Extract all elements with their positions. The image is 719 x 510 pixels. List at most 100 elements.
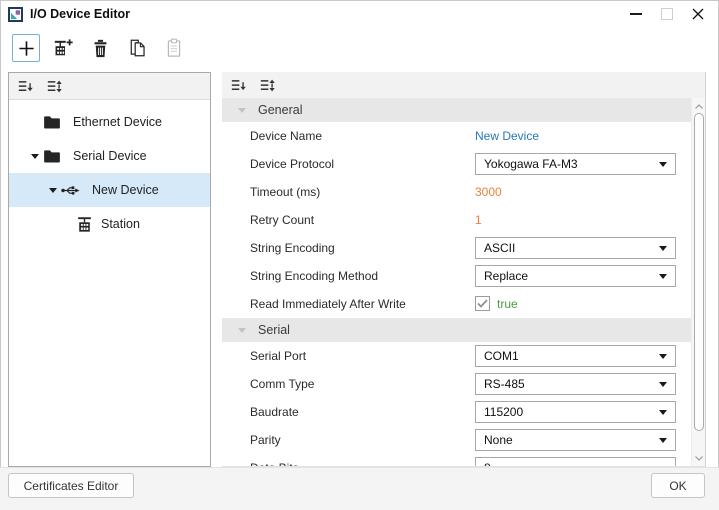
read-after-write-checkbox[interactable] xyxy=(475,296,490,311)
chevron-down-icon xyxy=(659,466,667,467)
titlebar: I/O Device Editor xyxy=(0,0,719,28)
property-label: Baudrate xyxy=(250,398,299,426)
minimize-button[interactable] xyxy=(620,0,651,28)
row-comm-type: Comm Type RS-485 xyxy=(222,370,691,398)
tree-item-new-device[interactable]: New Device xyxy=(9,173,210,207)
maximize-icon xyxy=(661,8,673,20)
row-string-encoding: String Encoding ASCII xyxy=(222,234,691,262)
folder-icon xyxy=(43,115,61,129)
row-device-name: Device Name New Device xyxy=(222,122,691,150)
row-data-bits-clipped: Data Bits 8 xyxy=(222,454,691,466)
timeout-value[interactable]: 3000 xyxy=(475,178,502,206)
string-encoding-dropdown[interactable]: ASCII xyxy=(475,237,676,259)
string-encoding-method-dropdown[interactable]: Replace xyxy=(475,265,676,287)
tree-item-serial-device[interactable]: Serial Device xyxy=(9,139,210,173)
folder-icon xyxy=(43,149,61,163)
plus-icon xyxy=(17,39,36,58)
property-label: Read Immediately After Write xyxy=(250,290,406,318)
chevron-down-icon xyxy=(659,438,667,443)
chevron-down-icon xyxy=(659,274,667,279)
parity-dropdown[interactable]: None xyxy=(475,429,676,451)
collapse-all-button[interactable] xyxy=(16,77,35,96)
property-label: String Encoding Method xyxy=(250,262,378,290)
app-logo-icon xyxy=(8,7,23,22)
station-icon xyxy=(76,216,93,233)
add-device-button[interactable] xyxy=(12,34,40,62)
expand-all-icon xyxy=(259,78,276,93)
property-label: Serial Port xyxy=(250,342,306,370)
property-label: Retry Count xyxy=(250,206,314,234)
scrollbar-thumb[interactable] xyxy=(694,113,704,431)
tree-item-station[interactable]: Station xyxy=(9,207,210,241)
add-station-button[interactable] xyxy=(49,34,77,62)
delete-button[interactable] xyxy=(86,34,114,62)
expand-all-icon xyxy=(46,79,63,94)
row-serial-port: Serial Port COM1 xyxy=(222,342,691,370)
copy-button[interactable] xyxy=(123,34,151,62)
baudrate-dropdown[interactable]: 115200 xyxy=(475,401,676,423)
scroll-down-icon[interactable] xyxy=(692,452,705,464)
section-collapse-icon xyxy=(238,108,246,113)
data-bits-dropdown[interactable]: 8 xyxy=(475,457,676,466)
property-label: Comm Type xyxy=(250,370,314,398)
tree-item-label: Ethernet Device xyxy=(73,115,162,129)
expander-arrow-icon[interactable] xyxy=(31,154,43,159)
device-name-value[interactable]: New Device xyxy=(475,122,539,150)
row-retry-count: Retry Count 1 xyxy=(222,206,691,234)
paste-clipboard-icon xyxy=(166,38,182,58)
certificates-editor-button[interactable]: Certificates Editor xyxy=(8,473,134,498)
add-station-icon xyxy=(53,38,73,58)
tree-item-ethernet-device[interactable]: Ethernet Device xyxy=(9,105,210,139)
io-device-editor-window: I/O Device Editor xyxy=(0,0,719,510)
properties-panel-toolbar xyxy=(222,72,705,98)
comm-type-dropdown[interactable]: RS-485 xyxy=(475,373,676,395)
close-button[interactable] xyxy=(682,0,713,28)
expand-all-button[interactable] xyxy=(258,76,277,95)
property-grid: General Device Name New Device Device Pr… xyxy=(222,98,691,466)
expander-arrow-icon[interactable] xyxy=(49,188,61,193)
row-parity: Parity None xyxy=(222,426,691,454)
collapse-all-icon xyxy=(230,78,247,93)
maximize-button xyxy=(651,0,682,28)
device-protocol-dropdown[interactable]: Yokogawa FA-M3 xyxy=(475,153,676,175)
chevron-down-icon xyxy=(659,162,667,167)
footer-bar: Certificates Editor OK xyxy=(0,467,719,510)
expand-all-button[interactable] xyxy=(45,77,64,96)
chevron-down-icon xyxy=(659,246,667,251)
ok-button[interactable]: OK xyxy=(651,473,705,498)
scroll-up-icon[interactable] xyxy=(692,100,705,112)
properties-panel: General Device Name New Device Device Pr… xyxy=(222,72,706,467)
copy-icon xyxy=(128,38,146,58)
chevron-down-icon xyxy=(659,410,667,415)
tree-item-label: Station xyxy=(101,217,140,231)
property-label: Data Bits xyxy=(250,454,299,466)
property-label: Timeout (ms) xyxy=(250,178,320,206)
row-timeout: Timeout (ms) 3000 xyxy=(222,178,691,206)
paste-button xyxy=(160,34,188,62)
read-after-write-value: true xyxy=(497,290,518,318)
property-label: Device Protocol xyxy=(250,150,334,178)
collapse-all-icon xyxy=(17,79,34,94)
serial-port-dropdown[interactable]: COM1 xyxy=(475,345,676,367)
tree-item-label: New Device xyxy=(92,183,159,197)
row-read-after-write: Read Immediately After Write true xyxy=(222,290,691,318)
section-serial[interactable]: Serial xyxy=(222,318,691,342)
main-toolbar xyxy=(0,28,719,68)
vertical-scrollbar[interactable] xyxy=(691,98,705,466)
tree-panel-toolbar xyxy=(9,73,210,100)
section-collapse-icon xyxy=(238,328,246,333)
row-string-encoding-method: String Encoding Method Replace xyxy=(222,262,691,290)
retry-count-value[interactable]: 1 xyxy=(475,206,482,234)
property-label: String Encoding xyxy=(250,234,335,262)
window-controls xyxy=(620,0,713,28)
property-label: Device Name xyxy=(250,122,322,150)
checkmark-icon xyxy=(477,299,488,308)
trash-icon xyxy=(92,39,109,58)
usb-device-icon xyxy=(61,184,80,197)
section-general[interactable]: General xyxy=(222,98,691,122)
collapse-all-button[interactable] xyxy=(229,76,248,95)
close-icon xyxy=(692,8,704,20)
tree-item-label: Serial Device xyxy=(73,149,147,163)
minimize-icon xyxy=(630,13,642,15)
row-device-protocol: Device Protocol Yokogawa FA-M3 xyxy=(222,150,691,178)
